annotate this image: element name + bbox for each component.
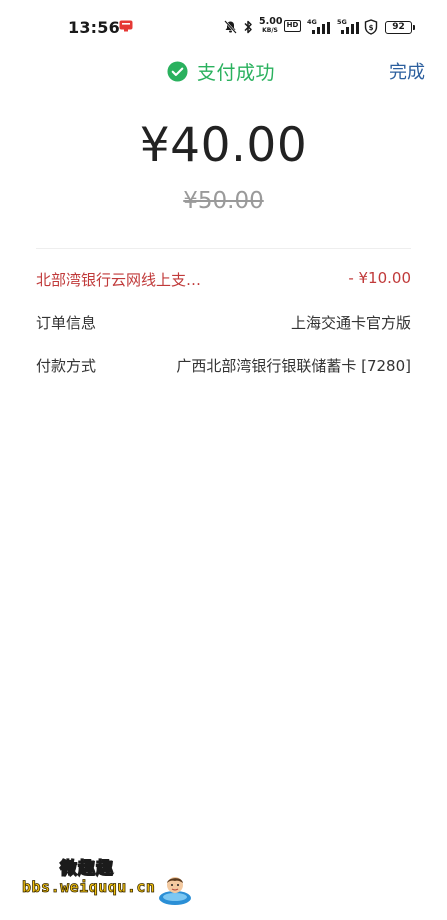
mascot-icon xyxy=(159,877,191,905)
done-button[interactable]: 完成 xyxy=(389,58,425,84)
network-speed-value: 5.00 xyxy=(259,16,283,27)
payment-method-value: 广西北部湾银行银联储蓄卡 [7280] xyxy=(176,357,411,375)
payment-method-row: 付款方式 广西北部湾银行银联储蓄卡 [7280] xyxy=(36,355,411,377)
order-info-label: 订单信息 xyxy=(36,314,97,332)
bluetooth-icon xyxy=(244,20,252,34)
watermark-url: bbs.weiququ.cn xyxy=(22,878,156,897)
status-bar: 13:56 5.00 KB/S HD 4G 5G $ 92 xyxy=(0,0,447,56)
security-shield-icon: $ xyxy=(364,19,378,35)
hd-voice-icon: HD xyxy=(284,20,301,32)
order-info-row: 订单信息 上海交通卡官方版 xyxy=(36,312,411,334)
watermark-title: 微趣趣 xyxy=(59,858,114,879)
status-time: 13:56 xyxy=(68,18,120,37)
discount-row[interactable]: 北部湾银行云网线上支… - ¥10.00 xyxy=(36,269,411,291)
paid-amount: ¥40.00 xyxy=(139,118,308,173)
mute-bell-icon xyxy=(224,20,237,34)
discount-label: 北部湾银行云网线上支… xyxy=(36,271,202,289)
success-text: 支付成功 xyxy=(197,61,276,84)
original-amount: ¥50.00 xyxy=(183,188,264,214)
payment-method-label: 付款方式 xyxy=(36,357,97,375)
check-circle-icon xyxy=(167,60,188,82)
divider xyxy=(36,248,411,249)
signal-5g-icon: 5G xyxy=(337,18,361,34)
header: 支付成功 完成 xyxy=(0,56,447,86)
battery-icon: 92 xyxy=(385,21,415,34)
svg-text:$: $ xyxy=(369,24,374,32)
network-speed-unit: KB/S xyxy=(262,27,278,34)
order-info-value: 上海交通卡官方版 xyxy=(290,314,411,332)
notification-app-icon xyxy=(119,20,133,32)
network-speed: 5.00 KB/S xyxy=(259,16,283,35)
signal-4g-icon: 4G xyxy=(307,18,333,34)
payment-success-title: 支付成功 xyxy=(167,58,275,84)
site-watermark: 微趣趣 bbs.weiququ.cn xyxy=(22,854,212,910)
discount-value: - ¥10.00 xyxy=(348,269,411,287)
